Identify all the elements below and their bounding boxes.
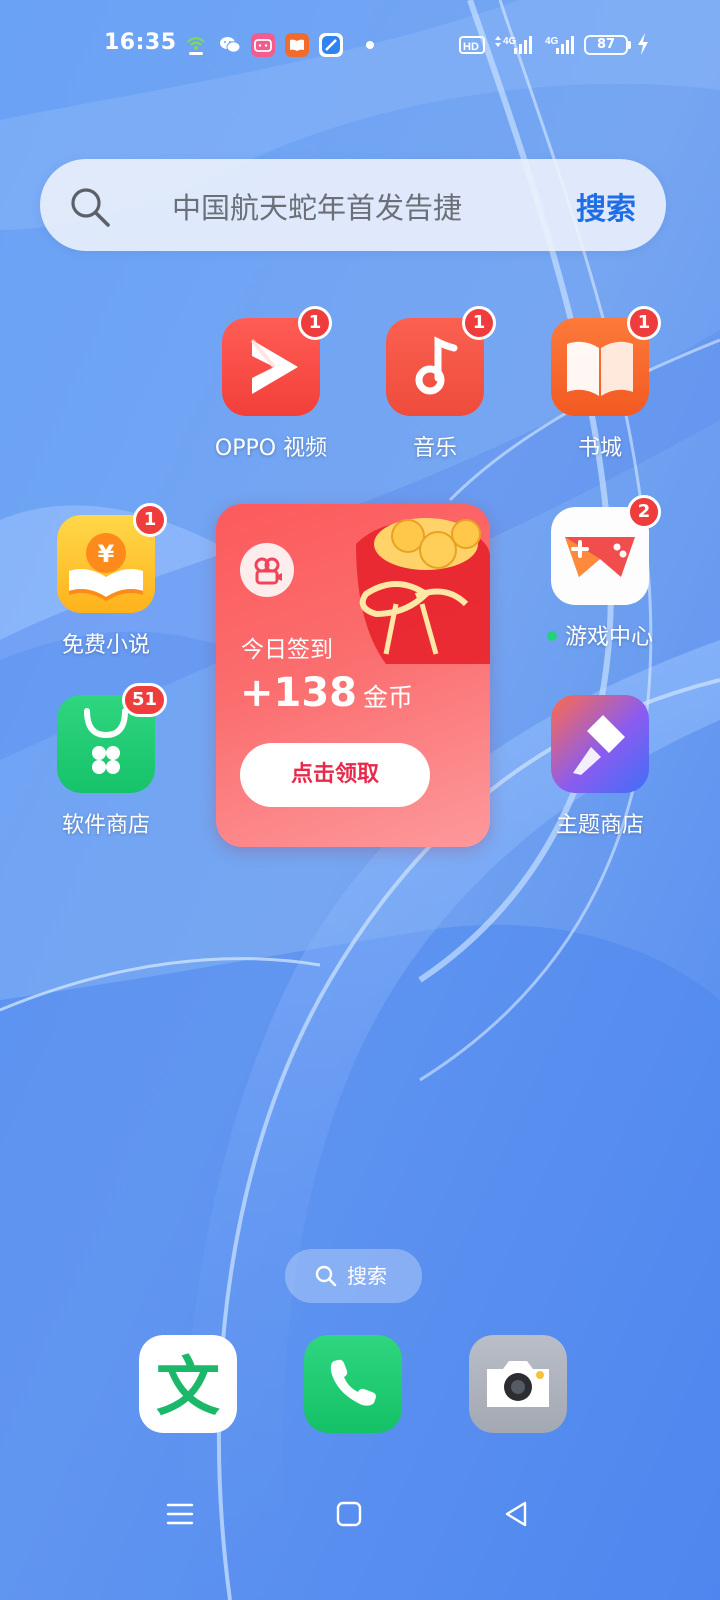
phone-icon (304, 1335, 402, 1433)
app-label: 软件商店 (61, 813, 150, 838)
dock-translate-app[interactable]: 文 (139, 1335, 237, 1433)
app-label: 主题商店 (555, 813, 644, 838)
oppo-video-icon[interactable]: 1 (222, 306, 332, 416)
hd-icon: HD (459, 36, 485, 54)
notification-badge: 1 (627, 306, 661, 340)
notification-badge: 2 (627, 495, 661, 529)
checkin-title: 今日签到 (241, 637, 333, 663)
notification-badge: 1 (133, 503, 167, 537)
search-icon (71, 188, 110, 227)
dock-phone-app[interactable] (304, 1335, 402, 1433)
coin-amount: +138 金币 (240, 670, 414, 716)
notification-badge: 1 (298, 306, 332, 340)
svg-text:4G: 4G (545, 36, 559, 47)
battery-tip (628, 41, 631, 49)
search-suggestion-text[interactable]: 中国航天蛇年首发告捷 (172, 185, 462, 227)
theme-store-icon[interactable] (551, 695, 649, 793)
game-center-icon[interactable]: 2 (551, 495, 661, 605)
4g-signal-icon: 4G (495, 36, 532, 54)
app-label: OPPO 视频 (214, 436, 328, 461)
notification-badge: 51 (121, 683, 167, 717)
browser-icon (319, 33, 343, 57)
charging-bolt-icon (638, 33, 648, 55)
new-install-dot (546, 631, 557, 641)
svg-text:文: 文 (156, 1351, 220, 1425)
app-game-center[interactable]: 2 游戏中心 (530, 495, 670, 651)
coin-bag-image (356, 518, 490, 664)
search-icon (315, 1265, 337, 1287)
free-novel-icon[interactable]: ¥ 1 (57, 503, 167, 613)
clock: 16:35 (104, 30, 177, 55)
battery-indicator: 87 (584, 35, 628, 55)
home-search-pill[interactable]: 搜索 (285, 1249, 422, 1303)
app-label: 免费小说 (61, 633, 150, 658)
4g-signal-icon-2: 4G (545, 36, 574, 54)
more-notifications-dot (366, 41, 374, 49)
home-icon[interactable] (336, 1500, 362, 1528)
status-bar: 16:35 HD 4G 4G 87 (0, 0, 720, 90)
app-free-novel[interactable]: ¥ 1 免费小说 (36, 503, 176, 659)
app-oppo-video[interactable]: 1 OPPO 视频 (201, 306, 341, 462)
svg-text:¥: ¥ (98, 540, 115, 568)
dock-camera-app[interactable] (469, 1335, 567, 1433)
search-widget[interactable]: 中国航天蛇年首发告捷 搜索 (40, 159, 666, 251)
bookstore-icon[interactable]: 1 (551, 306, 661, 416)
app-label: 书城 (577, 436, 622, 461)
app-label: 音乐 (412, 436, 457, 461)
app-bookstore[interactable]: 1 书城 (530, 306, 670, 462)
bilibili-icon (251, 33, 275, 57)
search-pill-label: 搜索 (347, 1264, 387, 1288)
checkin-widget[interactable]: 今日签到 +138 金币 点击领取 (216, 504, 490, 847)
back-icon[interactable] (503, 1500, 529, 1528)
svg-text:HD: HD (463, 41, 479, 53)
book-icon (285, 33, 309, 57)
claim-button[interactable]: 点击领取 (240, 743, 430, 807)
video-app-logo (240, 543, 294, 597)
app-label: 游戏中心 (530, 619, 670, 651)
software-store-icon[interactable]: 51 (57, 683, 167, 793)
menu-icon[interactable] (166, 1500, 194, 1528)
wifi-share-icon (187, 37, 205, 55)
translate-icon: 文 (139, 1335, 237, 1433)
music-icon[interactable]: 1 (386, 306, 496, 416)
notification-badge: 1 (462, 306, 496, 340)
app-theme-store[interactable]: 主题商店 (530, 695, 670, 839)
app-music[interactable]: 1 音乐 (365, 306, 505, 462)
camera-icon (469, 1335, 567, 1433)
app-software-store[interactable]: 51 软件商店 (36, 683, 176, 839)
search-button[interactable]: 搜索 (576, 184, 636, 228)
wechat-icon (220, 37, 241, 53)
svg-text:4G: 4G (503, 36, 517, 47)
